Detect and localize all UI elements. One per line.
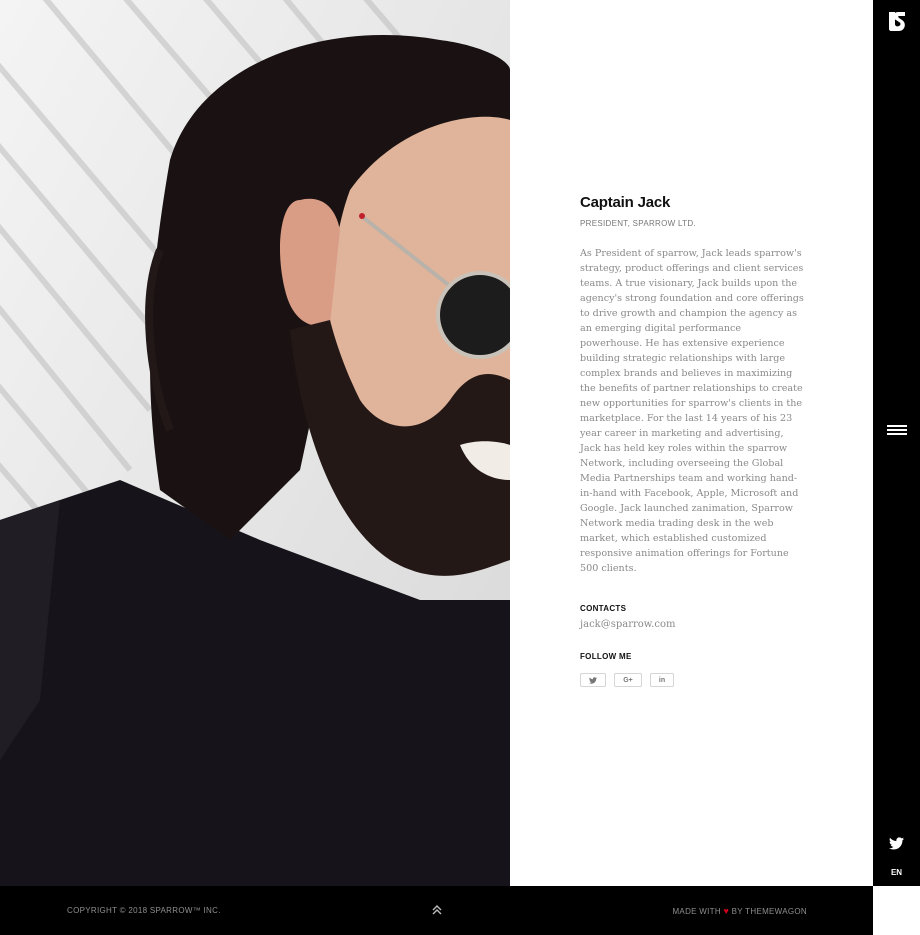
- twitter-icon: [589, 676, 597, 684]
- social-buttons: G+ in: [580, 673, 674, 687]
- made-with-prefix: MADE WITH: [672, 907, 721, 916]
- twitter-icon[interactable]: [889, 837, 904, 850]
- language-switch[interactable]: EN: [873, 868, 920, 877]
- footer: COPYRIGHT © 2018 SPARROW™ INC. MADE WITH…: [0, 886, 873, 935]
- email-link[interactable]: jack@sparrow.com: [580, 619, 675, 630]
- double-chevron-up-icon[interactable]: [430, 903, 444, 917]
- profile-name: Captain Jack: [580, 194, 671, 211]
- follow-heading: FOLLOW ME: [580, 652, 632, 661]
- made-with-credit: MADE WITH ♥ BY THEMEWAGON: [672, 906, 807, 916]
- sparrow-logo-icon[interactable]: [887, 10, 907, 32]
- twitter-button[interactable]: [580, 673, 606, 687]
- contacts-heading: CONTACTS: [580, 604, 627, 613]
- themewagon-link[interactable]: BY THEMEWAGON: [732, 907, 807, 916]
- heart-icon: ♥: [723, 906, 730, 916]
- google-plus-button[interactable]: G+: [614, 673, 642, 687]
- profile-photo: [0, 0, 510, 886]
- profile-content: Captain Jack PRESIDENT, SPARROW LTD. As …: [510, 0, 873, 886]
- copyright-text: COPYRIGHT © 2018 SPARROW™ INC.: [67, 906, 221, 915]
- hamburger-menu-icon[interactable]: [887, 425, 907, 437]
- linkedin-button[interactable]: in: [650, 673, 674, 687]
- right-sidebar: EN: [873, 0, 920, 886]
- profile-bio: As President of sparrow, Jack leads spar…: [580, 248, 804, 574]
- profile-role: PRESIDENT, SPARROW LTD.: [580, 219, 696, 228]
